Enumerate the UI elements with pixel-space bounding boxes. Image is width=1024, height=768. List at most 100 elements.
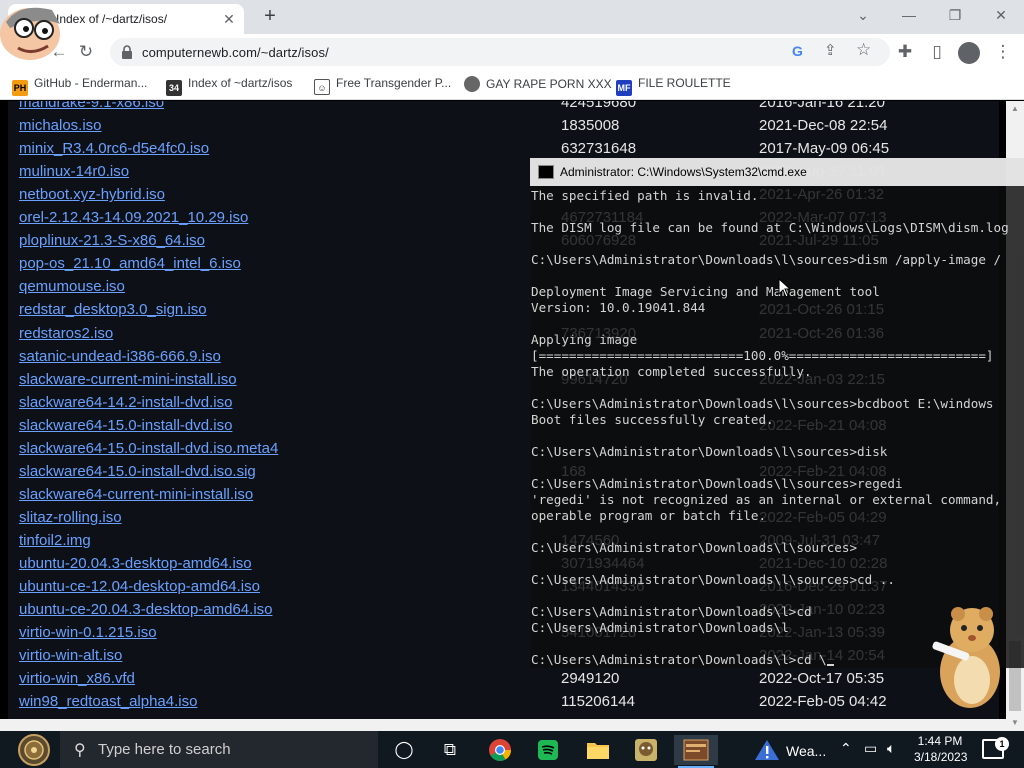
windows-taskbar: ⚲ Type here to search ◯ ⧉ Wea... ⌃ ▭ 🔈︎ …: [0, 731, 1024, 768]
cartoon-face-overlay-icon: [0, 7, 60, 60]
bookmark-github[interactable]: PH GitHub - Enderman...: [12, 76, 147, 96]
file-link[interactable]: mandrake-9.1-x86.iso: [19, 101, 164, 111]
file-size: 115206144: [561, 693, 635, 711]
file-link[interactable]: pop-os_21.10_amd64_intel_6.iso: [19, 255, 241, 272]
new-tab-button[interactable]: +: [258, 6, 282, 28]
app-character-icon[interactable]: [624, 735, 668, 765]
horizontal-scrollbar[interactable]: [0, 719, 1006, 731]
search-icon: ⚲: [74, 742, 86, 759]
cmd-line: [531, 524, 1024, 540]
url-text[interactable]: computernewb.com/~dartz/isos/: [142, 45, 329, 60]
folder-icon[interactable]: [576, 735, 620, 765]
file-link[interactable]: virtio-win-alt.iso: [19, 647, 122, 664]
share-icon[interactable]: ⇪: [824, 41, 837, 59]
task-view-icon[interactable]: ⧉: [428, 735, 472, 765]
bookmark-4[interactable]: GAY RAPE PORN XXX: [464, 76, 612, 94]
cmd-window[interactable]: Administrator: C:\Windows\System32\cmd.e…: [530, 158, 1024, 668]
network-icon[interactable]: ▭: [864, 740, 877, 757]
cmd-app-icon: [538, 165, 554, 179]
file-date: 2017-May-09 06:45: [759, 140, 890, 158]
bookmark-file-roulette[interactable]: MF FILE ROULETTE: [616, 76, 731, 96]
side-panel-icon[interactable]: ▯: [924, 39, 950, 65]
file-link[interactable]: ubuntu-ce-12.04-desktop-amd64.iso: [19, 578, 260, 595]
file-link[interactable]: slackware64-15.0-install-dvd.iso: [19, 417, 232, 434]
cmd-output[interactable]: The specified path is invalid. The DISM l…: [531, 188, 1024, 668]
file-link[interactable]: satanic-undead-i386-666.9.iso: [19, 348, 221, 365]
text-cursor: [826, 664, 834, 666]
bookmark-label: Free Transgender P...: [336, 76, 452, 90]
scroll-up-arrow-icon[interactable]: ▲: [1006, 101, 1024, 117]
tab-close-icon[interactable]: ✕: [220, 10, 238, 28]
restore-icon[interactable]: ❐: [940, 4, 970, 26]
profile-avatar-icon[interactable]: [958, 42, 980, 64]
lock-icon[interactable]: [120, 44, 134, 60]
listing-row: win98_redtoast_alpha4.iso 115206144 2022-F…: [8, 691, 999, 714]
file-link[interactable]: minix_R3.4.0rc6-d5e4fc0.iso: [19, 140, 209, 157]
file-link[interactable]: tinfoil2.img: [19, 532, 91, 549]
file-link[interactable]: win98_redtoast_alpha4.iso: [19, 693, 197, 710]
file-size: 2949120: [561, 670, 620, 688]
file-link[interactable]: redstaros2.iso: [19, 325, 113, 342]
bookmark-index-of[interactable]: 34 Index of ~dartz/isos: [166, 76, 292, 96]
cmd-line: The specified path is invalid.: [531, 188, 759, 203]
cmd-line: C:\Users\Administrator\Downloads\l\sourc…: [531, 396, 994, 411]
file-link[interactable]: slitaz-rolling.iso: [19, 509, 122, 526]
file-date: 2022-Oct-17 05:35: [759, 670, 885, 688]
file-link[interactable]: virtio-win_x86.vfd: [19, 670, 135, 687]
volume-icon[interactable]: 🔈︎: [887, 740, 895, 757]
cmd-line: [531, 428, 1024, 444]
file-link[interactable]: slackware64-14.2-install-dvd.iso: [19, 394, 232, 411]
cmd-line: operable program or batch file.: [531, 508, 767, 523]
cortana-icon[interactable]: ◯: [382, 735, 426, 765]
cmd-line: Version: 10.0.19041.844: [531, 300, 706, 315]
weather-label: Wea...: [786, 743, 827, 759]
cmd-titlebar[interactable]: Administrator: C:\Windows\System32\cmd.e…: [530, 158, 1024, 186]
file-link[interactable]: ubuntu-20.04.3-desktop-amd64.iso: [19, 555, 252, 572]
file-link[interactable]: mulinux-14r0.iso: [19, 163, 129, 180]
file-link[interactable]: qemumouse.iso: [19, 278, 125, 295]
cmd-line: The DISM log file can be found at C:\Win…: [531, 220, 1009, 235]
taskbar-search-box[interactable]: ⚲ Type here to search: [60, 731, 378, 768]
chrome-icon[interactable]: [478, 735, 522, 765]
cmd-line: [531, 556, 1024, 572]
cmd-line: C:\Users\Administrator\Downloads\l\sourc…: [531, 572, 895, 587]
system-clock[interactable]: 1:44 PM 3/18/2023: [914, 733, 967, 765]
weather-widget[interactable]: Wea...: [752, 735, 836, 765]
cmd-taskbar-icon[interactable]: [674, 735, 718, 768]
file-size: 424519680: [561, 101, 637, 111]
tab-search-icon[interactable]: ⌄: [848, 4, 878, 26]
file-link[interactable]: slackware64-15.0-install-dvd.iso.sig: [19, 463, 256, 480]
file-link[interactable]: netboot.xyz-hybrid.iso: [19, 186, 165, 203]
bookmark-star-icon[interactable]: ☆: [856, 40, 871, 60]
bookmark-label: FILE ROULETTE: [638, 76, 731, 90]
google-lens-icon[interactable]: G: [792, 43, 803, 59]
bookmark-3[interactable]: ☺ Free Transgender P...: [314, 76, 452, 95]
site-favicon-icon: 34: [166, 80, 182, 96]
file-link[interactable]: orel-2.12.43-14.09.2021_10.29.iso: [19, 209, 248, 226]
cmd-line: Applying image: [531, 332, 638, 347]
spotify-icon[interactable]: [526, 735, 570, 765]
file-link[interactable]: slackware-current-mini-install.iso: [19, 371, 237, 388]
cmd-line: [531, 316, 1024, 332]
file-link[interactable]: ploplinux-21.3-S-x86_64.iso: [19, 232, 205, 249]
file-link[interactable]: michalos.iso: [19, 117, 102, 134]
file-link[interactable]: slackware64-15.0-install-dvd.iso.meta4: [19, 440, 278, 457]
scroll-down-arrow-icon[interactable]: ▼: [1006, 715, 1024, 731]
kebab-menu-icon[interactable]: ⋮: [990, 39, 1016, 65]
mouse-pointer-icon: [778, 278, 792, 298]
file-link[interactable]: slackware64-current-mini-install.iso: [19, 486, 253, 503]
globe-favicon-icon: [464, 76, 480, 92]
extensions-puzzle-icon[interactable]: ✚: [892, 39, 918, 65]
minimize-icon[interactable]: —: [894, 4, 924, 26]
tray-chevron-up-icon[interactable]: ⌃: [840, 740, 852, 757]
file-link[interactable]: virtio-win-0.1.215.iso: [19, 624, 157, 641]
tab-title: Index of /~dartz/isos/: [56, 12, 168, 26]
cmd-line: [531, 236, 1024, 252]
file-link[interactable]: ubuntu-ce-20.04.3-desktop-amd64.iso: [19, 601, 273, 618]
listing-row: michalos.iso 1835008 2021-Dec-08 22:54: [8, 115, 999, 138]
close-window-icon[interactable]: ✕: [986, 4, 1016, 26]
address-bar[interactable]: computernewb.com/~dartz/isos/ G ⇪ ☆: [110, 38, 890, 66]
file-link[interactable]: redstar_desktop3.0_sign.iso: [19, 301, 207, 318]
reload-icon[interactable]: ↻: [73, 39, 99, 65]
start-button-icon[interactable]: [12, 733, 56, 767]
